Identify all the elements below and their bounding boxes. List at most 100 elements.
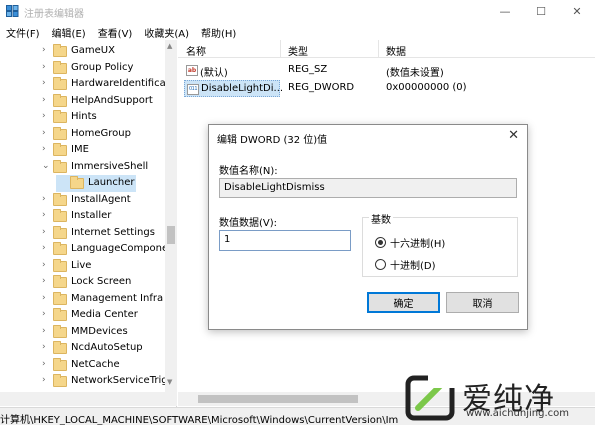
chevron-right-icon[interactable]: › bbox=[42, 78, 46, 88]
tree-item[interactable]: › Management Infra bbox=[0, 291, 165, 308]
chevron-right-icon[interactable]: › bbox=[42, 243, 46, 253]
column-data[interactable]: 数据 bbox=[386, 43, 406, 58]
tree-item[interactable]: › NcdAutoSetup bbox=[0, 340, 165, 357]
chevron-right-icon[interactable]: › bbox=[42, 111, 46, 121]
folder-icon bbox=[53, 60, 67, 74]
tree-item[interactable]: › HardwareIdentifica bbox=[0, 76, 166, 93]
tree-item-label: NetworkServiceTrig bbox=[71, 375, 168, 386]
folder-icon bbox=[70, 176, 84, 189]
maximize-button[interactable]: ☐ bbox=[523, 0, 559, 22]
tree-item[interactable]: › NetworkServiceTrig bbox=[0, 373, 168, 390]
folder-icon bbox=[53, 192, 67, 206]
tree-horizontal-scrollbar[interactable] bbox=[0, 392, 177, 406]
chevron-right-icon[interactable]: › bbox=[42, 144, 46, 154]
window-title: 注册表编辑器 bbox=[24, 9, 84, 20]
value-row-disablelightdismiss[interactable]: 011 DisableLightDi... REG_DWORD 0x000000… bbox=[178, 80, 595, 97]
close-button[interactable]: ✕ bbox=[559, 0, 595, 22]
watermark-logo-icon bbox=[405, 374, 458, 421]
tree-item-label: Hints bbox=[71, 111, 97, 122]
tree-item[interactable]: Launcher bbox=[56, 175, 136, 192]
chevron-right-icon[interactable]: › bbox=[42, 293, 46, 303]
tree-item[interactable]: › IME bbox=[0, 142, 165, 159]
value-name-label: 数值名称(N): bbox=[219, 166, 278, 177]
radio-decimal[interactable]: 十进制(D) bbox=[375, 257, 436, 272]
tree-item[interactable]: › HelpAndSupport bbox=[0, 93, 165, 110]
minimize-button[interactable]: — bbox=[487, 0, 523, 22]
value-data-input[interactable]: 1 bbox=[219, 230, 351, 251]
tree-item-label: Lock Screen bbox=[71, 276, 132, 287]
tree-item-label: LanguageCompone bbox=[71, 243, 169, 254]
column-type[interactable]: 类型 bbox=[288, 43, 308, 58]
tree-item-label: Group Policy bbox=[71, 61, 134, 73]
tree-item[interactable]: › Hints bbox=[0, 109, 165, 126]
tree-item[interactable]: › Group Policy bbox=[0, 60, 165, 77]
folder-icon bbox=[53, 357, 67, 371]
chevron-right-icon[interactable]: › bbox=[42, 342, 46, 352]
list-scroll-thumb[interactable] bbox=[198, 395, 358, 403]
scroll-up-icon[interactable]: ▲ bbox=[167, 42, 172, 50]
radio-checked-icon[interactable] bbox=[375, 237, 386, 248]
chevron-right-icon[interactable]: › bbox=[42, 194, 46, 204]
cancel-button[interactable]: 取消 bbox=[446, 292, 519, 313]
column-divider[interactable] bbox=[280, 40, 281, 58]
value-name: DisableLightDi... bbox=[201, 83, 284, 94]
chevron-right-icon[interactable]: › bbox=[42, 227, 46, 237]
dec-label: 十进制(D) bbox=[390, 261, 436, 272]
ok-button[interactable]: 确定 bbox=[367, 292, 440, 313]
chevron-right-icon[interactable]: › bbox=[42, 210, 46, 220]
tree-item-label: Internet Settings bbox=[71, 226, 155, 238]
tree-item[interactable]: › MMDevices bbox=[0, 324, 165, 341]
watermark: 爱纯净 www.aichunjing.com bbox=[402, 374, 592, 422]
tree-item[interactable]: › Live bbox=[0, 258, 165, 275]
menu-help[interactable]: 帮助(H) bbox=[195, 22, 242, 40]
registry-tree[interactable]: › GameUX › Group Policy › HardwareIdentifica ›… bbox=[0, 40, 177, 408]
tree-item[interactable]: › Installer bbox=[0, 208, 165, 225]
tree-item[interactable]: › LanguageCompone bbox=[0, 241, 169, 258]
radio-unchecked-icon[interactable] bbox=[375, 259, 386, 270]
tree-item[interactable]: › Internet Settings bbox=[0, 225, 165, 242]
value-data: 0x00000000 (0) bbox=[386, 82, 467, 93]
chevron-right-icon[interactable]: › bbox=[42, 326, 46, 336]
folder-icon bbox=[53, 159, 67, 173]
chevron-right-icon[interactable]: › bbox=[42, 260, 46, 270]
menu-bar: 文件(F) 编辑(E) 查看(V) 收藏夹(A) 帮助(H) bbox=[0, 22, 595, 40]
tree-item-label: Management Infra bbox=[71, 292, 164, 304]
menu-edit[interactable]: 编辑(E) bbox=[46, 22, 92, 40]
column-name[interactable]: 名称 bbox=[186, 43, 206, 58]
tree-scroll-thumb[interactable] bbox=[167, 226, 175, 244]
chevron-down-icon[interactable]: ⌄ bbox=[42, 161, 50, 171]
value-row-default[interactable]: ab (默认) REG_SZ (数值未设置) bbox=[178, 62, 595, 79]
chevron-right-icon[interactable]: › bbox=[42, 62, 46, 72]
chevron-right-icon[interactable]: › bbox=[42, 375, 46, 385]
value-name-field: DisableLightDismiss bbox=[219, 178, 517, 198]
chevron-right-icon[interactable]: › bbox=[42, 276, 46, 286]
tree-item[interactable]: ⌄ ImmersiveShell bbox=[0, 159, 165, 176]
scroll-down-icon[interactable]: ▼ bbox=[167, 378, 172, 386]
folder-icon bbox=[53, 93, 67, 107]
tree-item-label: NcdAutoSetup bbox=[71, 342, 143, 353]
tree-item[interactable]: › InstallAgent bbox=[0, 192, 165, 209]
chevron-right-icon[interactable]: › bbox=[42, 95, 46, 105]
dialog-close-icon[interactable]: ✕ bbox=[508, 128, 519, 143]
chevron-right-icon[interactable]: › bbox=[42, 309, 46, 319]
folder-icon bbox=[53, 44, 67, 57]
tree-item[interactable]: › Lock Screen bbox=[0, 274, 165, 291]
tree-item-label: HomeGroup bbox=[71, 127, 131, 139]
tree-item[interactable]: › GameUX bbox=[0, 43, 165, 60]
tree-vertical-scrollbar[interactable]: ▲ ▼ bbox=[165, 40, 177, 392]
chevron-right-icon[interactable]: › bbox=[42, 128, 46, 138]
chevron-right-icon[interactable]: › bbox=[42, 45, 46, 55]
dialog-title: 编辑 DWORD (32 位)值 bbox=[217, 135, 328, 146]
menu-favorites[interactable]: 收藏夹(A) bbox=[138, 22, 195, 40]
radio-hexadecimal[interactable]: 十六进制(H) bbox=[375, 235, 445, 250]
tree-item[interactable]: › Media Center bbox=[0, 307, 165, 324]
column-divider[interactable] bbox=[378, 40, 379, 58]
tree-item[interactable]: › NetCache bbox=[0, 357, 165, 374]
menu-file[interactable]: 文件(F) bbox=[0, 22, 46, 40]
menu-view[interactable]: 查看(V) bbox=[92, 22, 139, 40]
folder-icon bbox=[53, 225, 67, 239]
tree-item[interactable]: › HomeGroup bbox=[0, 126, 165, 143]
folder-icon bbox=[53, 258, 67, 272]
chevron-right-icon[interactable]: › bbox=[42, 359, 46, 369]
registry-path: 计算机\HKEY_LOCAL_MACHINE\SOFTWARE\Microsof… bbox=[0, 415, 399, 425]
